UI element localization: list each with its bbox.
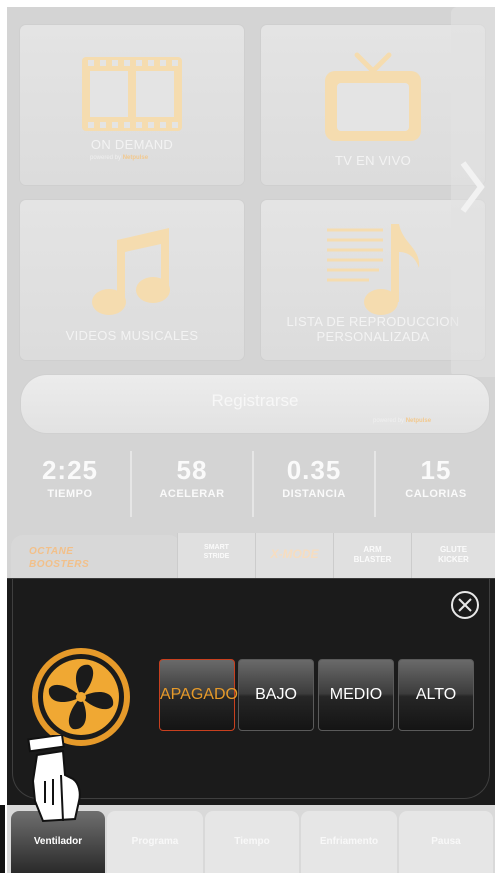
stat-label: ACELERAR (159, 488, 225, 500)
playlist-icon (327, 224, 420, 315)
music-note-icon (92, 228, 170, 315)
tile-label: VIDEOS MUSICALES (65, 328, 199, 343)
fan-low-button[interactable]: BAJO (238, 659, 314, 731)
booster-glute-kicker[interactable]: GLUTE KICKER (411, 533, 495, 583)
pointing-hand-icon (27, 735, 81, 823)
stat-label: DISTANCIA (282, 488, 346, 500)
booster-x-mode[interactable]: X-MODE (255, 533, 333, 583)
fan-icon (32, 648, 130, 746)
powered-prefix: powered by (373, 418, 405, 424)
booster-label: GLUTE KICKER (438, 545, 469, 564)
title-line: BOOSTERS (29, 559, 90, 570)
stat-value: 2:25 (41, 455, 99, 485)
stat-value: 0.35 (286, 455, 342, 485)
chevron-right-icon (460, 161, 485, 213)
stat-label: TIEMPO (47, 488, 93, 500)
stat-calories: 15 CALORIAS (375, 443, 495, 523)
register-label: Registrarse (211, 391, 299, 410)
stat-time: 2:25 TIEMPO (9, 443, 131, 523)
stat-distance: 0.35 DISTANCIA (253, 443, 375, 523)
register-button[interactable]: Registrarse powered by Netpulse (21, 375, 489, 433)
next-page-button[interactable] (451, 7, 495, 377)
booster-label: X-MODE (270, 547, 319, 561)
booster-label: ARM BLASTER (353, 545, 392, 564)
on-demand-tile[interactable]: ON DEMAND powered by Netpulse (20, 25, 244, 185)
film-icon (82, 57, 182, 131)
powered-by-netpulse: powered by Netpulse (373, 418, 431, 424)
powered-brand: Netpulse (122, 155, 149, 161)
stat-label: CALORIAS (405, 488, 467, 500)
octane-boosters-bar: OCTANE BOOSTERS SMART STRIDE X-MODE ARM B… (7, 533, 495, 583)
console-screen: ON DEMAND powered by Netpulse TV EN VIVO… (7, 7, 495, 873)
fan-off-button[interactable]: APAGADO (159, 659, 238, 731)
booster-arm-blaster[interactable]: ARM BLASTER (333, 533, 411, 583)
fan-medium-button[interactable]: MEDIO (318, 659, 394, 731)
powered-brand: Netpulse (405, 418, 432, 424)
stat-value: 58 (176, 455, 208, 485)
tv-icon (325, 52, 421, 141)
booster-label: SMART STRIDE (203, 544, 230, 560)
powered-by-netpulse: powered by Netpulse (90, 155, 148, 161)
booster-smart-stride[interactable]: SMART STRIDE (177, 533, 255, 583)
nav-pause[interactable]: Pausa (399, 811, 493, 873)
stat-speed: 58 ACELERAR (131, 443, 253, 523)
octane-boosters-title: OCTANE BOOSTERS (29, 545, 89, 571)
nav-time[interactable]: Tiempo (205, 811, 299, 873)
music-videos-tile[interactable]: VIDEOS MUSICALES (20, 200, 244, 360)
workout-stats: 2:25 TIEMPO 58 ACELERAR 0.35 DISTANCIA 1… (7, 443, 495, 523)
nav-program[interactable]: Programa (107, 811, 203, 873)
nav-cooldown[interactable]: Enfriamento (301, 811, 397, 873)
edge-shadow (0, 805, 5, 873)
close-icon[interactable] (449, 589, 481, 621)
title-line: OCTANE (29, 546, 74, 557)
stat-value: 15 (420, 455, 452, 485)
fan-high-button[interactable]: ALTO (398, 659, 474, 731)
powered-prefix: powered by (90, 155, 122, 161)
tile-label: ON DEMAND (90, 137, 174, 152)
octane-boosters-tab[interactable]: OCTANE BOOSTERS (11, 535, 181, 583)
